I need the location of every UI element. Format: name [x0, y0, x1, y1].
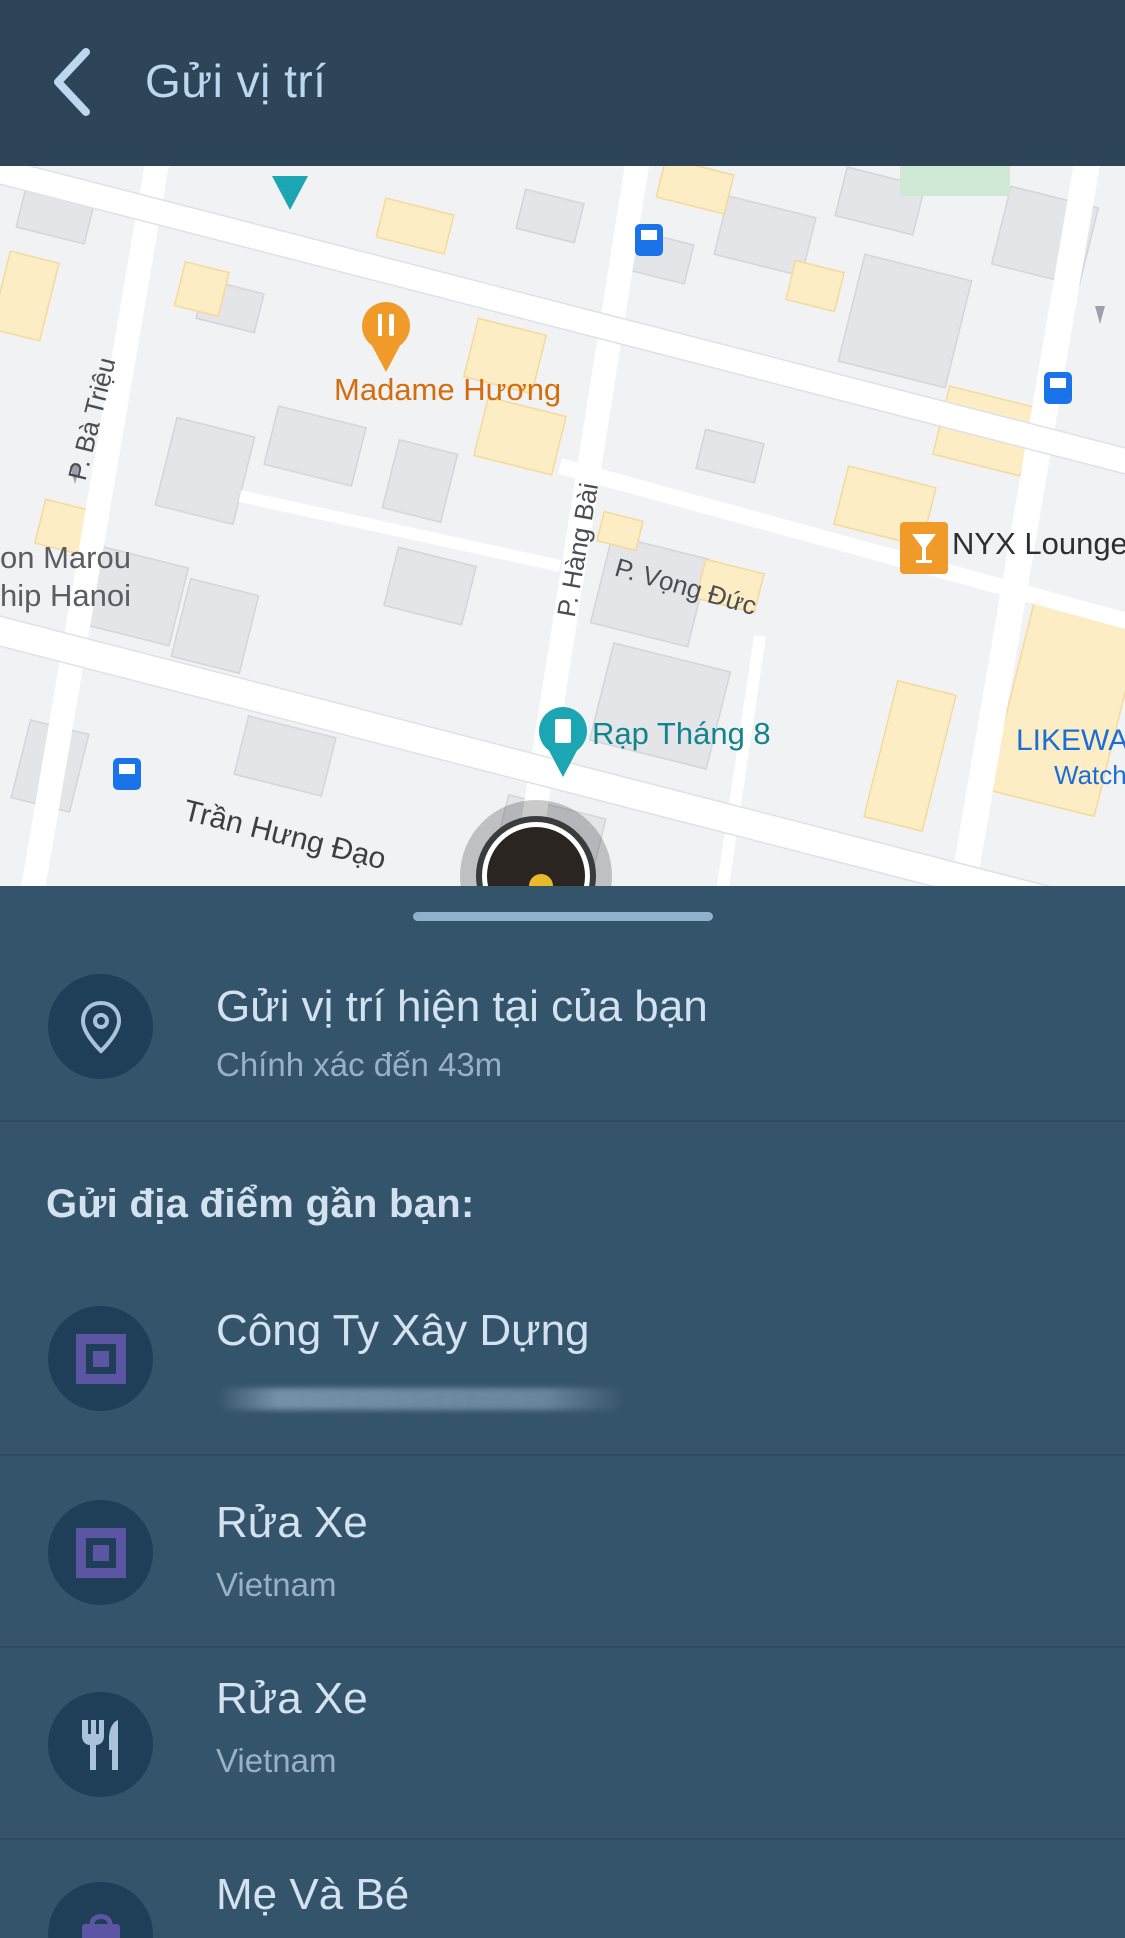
shopping-bag-icon [81, 1913, 120, 1938]
current-location-accuracy: Chính xác đến 43m [216, 1046, 503, 1083]
map-label-cinema[interactable]: Rạp Tháng 8 [592, 716, 771, 752]
location-bottom-sheet: Gửi vị trí hiện tại của bạn Chính xác đế… [0, 886, 1125, 1938]
list-item[interactable]: Công Ty Xây Dựng [0, 1256, 1125, 1456]
building-square-icon [75, 1333, 126, 1384]
app-header: Gửi vị trí [0, 0, 1125, 166]
location-pin-icon [80, 1000, 121, 1054]
bus-stop-icon [113, 758, 141, 790]
bar-icon [900, 522, 948, 574]
place-address: Vietnam [216, 1742, 337, 1779]
map-label-bar[interactable]: NYX Lounge [952, 526, 1125, 562]
place-icon-circle [48, 1306, 153, 1411]
back-button[interactable] [46, 44, 106, 120]
page-title: Gửi vị trí [145, 55, 327, 107]
restaurant-pin-icon [362, 302, 410, 372]
sheet-drag-handle[interactable] [413, 912, 713, 921]
list-item[interactable]: Rửa Xe Vietnam [0, 1456, 1125, 1648]
send-current-location-row[interactable]: Gửi vị trí hiện tại của bạn Chính xác đế… [0, 946, 1125, 1122]
list-item[interactable]: Rửa Xe Vietnam [0, 1648, 1125, 1840]
building-square-icon [75, 1527, 126, 1578]
map-view[interactable]: Madame Hương P. Bà Triệu P. Hàng Bài P. … [0, 166, 1125, 886]
map-label-place: on Marou [0, 540, 131, 575]
map-label-restaurant[interactable]: Madame Hương [334, 372, 561, 408]
place-icon-circle [48, 1692, 153, 1797]
list-item[interactable]: Mẹ Và Bé [0, 1840, 1125, 1938]
current-location-title: Gửi vị trí hiện tại của bạn [216, 982, 708, 1031]
fork-knife-icon [81, 1719, 118, 1770]
user-location-avatar [460, 800, 612, 886]
location-icon-circle [48, 974, 153, 1079]
place-icon-circle [48, 1882, 153, 1938]
bus-stop-icon [635, 224, 663, 256]
map-label-shop: LIKEWA [1016, 724, 1125, 757]
place-name: Rửa Xe [216, 1674, 368, 1723]
place-name: Rửa Xe [216, 1498, 368, 1547]
place-address: Vietnam [216, 1566, 337, 1603]
place-name: Mẹ Và Bé [216, 1870, 410, 1919]
chevron-left-icon [54, 48, 90, 116]
nearby-section-label: Gửi địa điểm gần bạn: [46, 1182, 475, 1226]
map-label-shop-sub: Watch [1054, 760, 1125, 790]
bus-stop-icon [1044, 372, 1072, 404]
place-name: Công Ty Xây Dựng [216, 1306, 590, 1355]
place-icon-circle [48, 1500, 153, 1605]
blurred-address [216, 1388, 626, 1410]
map-label-place: hip Hanoi [0, 578, 131, 613]
